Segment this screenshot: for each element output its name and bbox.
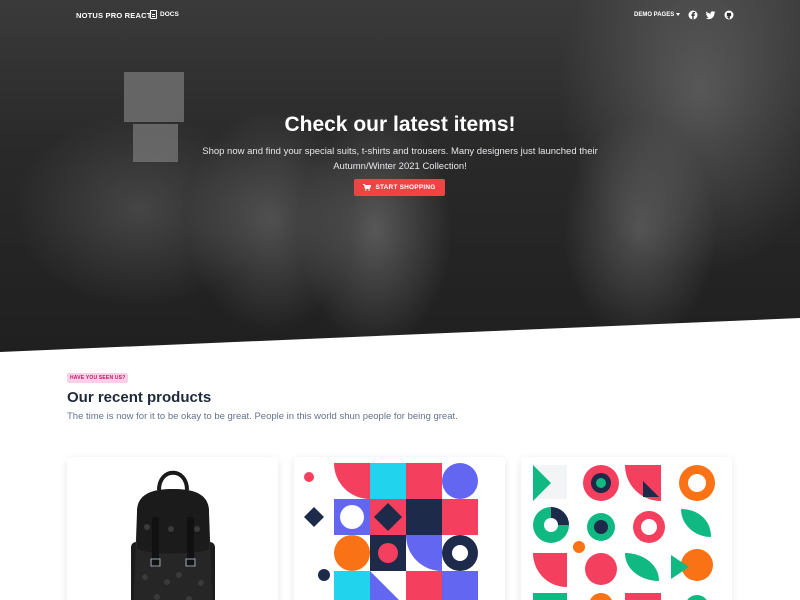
hero-title: Check our latest items!: [284, 113, 516, 136]
section-subtitle: The time is now for it to be okay to be …: [67, 411, 458, 422]
product-card-pattern-1[interactable]: [294, 457, 505, 600]
twitter-icon[interactable]: [706, 10, 716, 20]
geometric-pattern-image: [294, 457, 505, 600]
hero-description: Shop now and find your special suits, t-…: [202, 146, 598, 172]
section-badge: HAVE YOU SEEN US?: [67, 373, 129, 383]
navbar: NOTUS PRO REACT DOCS DEMO PAGES: [0, 0, 800, 32]
document-icon: [150, 10, 157, 19]
github-icon[interactable]: [724, 10, 734, 20]
shopping-cart-icon: [363, 184, 372, 191]
demo-pages-label: DEMO PAGES: [634, 12, 675, 18]
circle-pattern-image: [521, 457, 732, 600]
backpack-image: [67, 457, 278, 600]
start-shopping-label: START SHOPPING: [375, 184, 436, 191]
section-title: Our recent products: [67, 389, 212, 406]
product-card-backpack[interactable]: [67, 457, 278, 600]
docs-link[interactable]: DOCS: [150, 10, 179, 19]
product-card-pattern-2[interactable]: [521, 457, 732, 600]
start-shopping-button[interactable]: START SHOPPING: [354, 179, 445, 196]
demo-pages-dropdown[interactable]: DEMO PAGES: [634, 12, 681, 18]
brand-link[interactable]: NOTUS PRO REACT: [76, 11, 152, 20]
docs-label: DOCS: [160, 11, 179, 18]
facebook-icon[interactable]: [688, 10, 698, 20]
caret-down-icon: [676, 12, 681, 16]
